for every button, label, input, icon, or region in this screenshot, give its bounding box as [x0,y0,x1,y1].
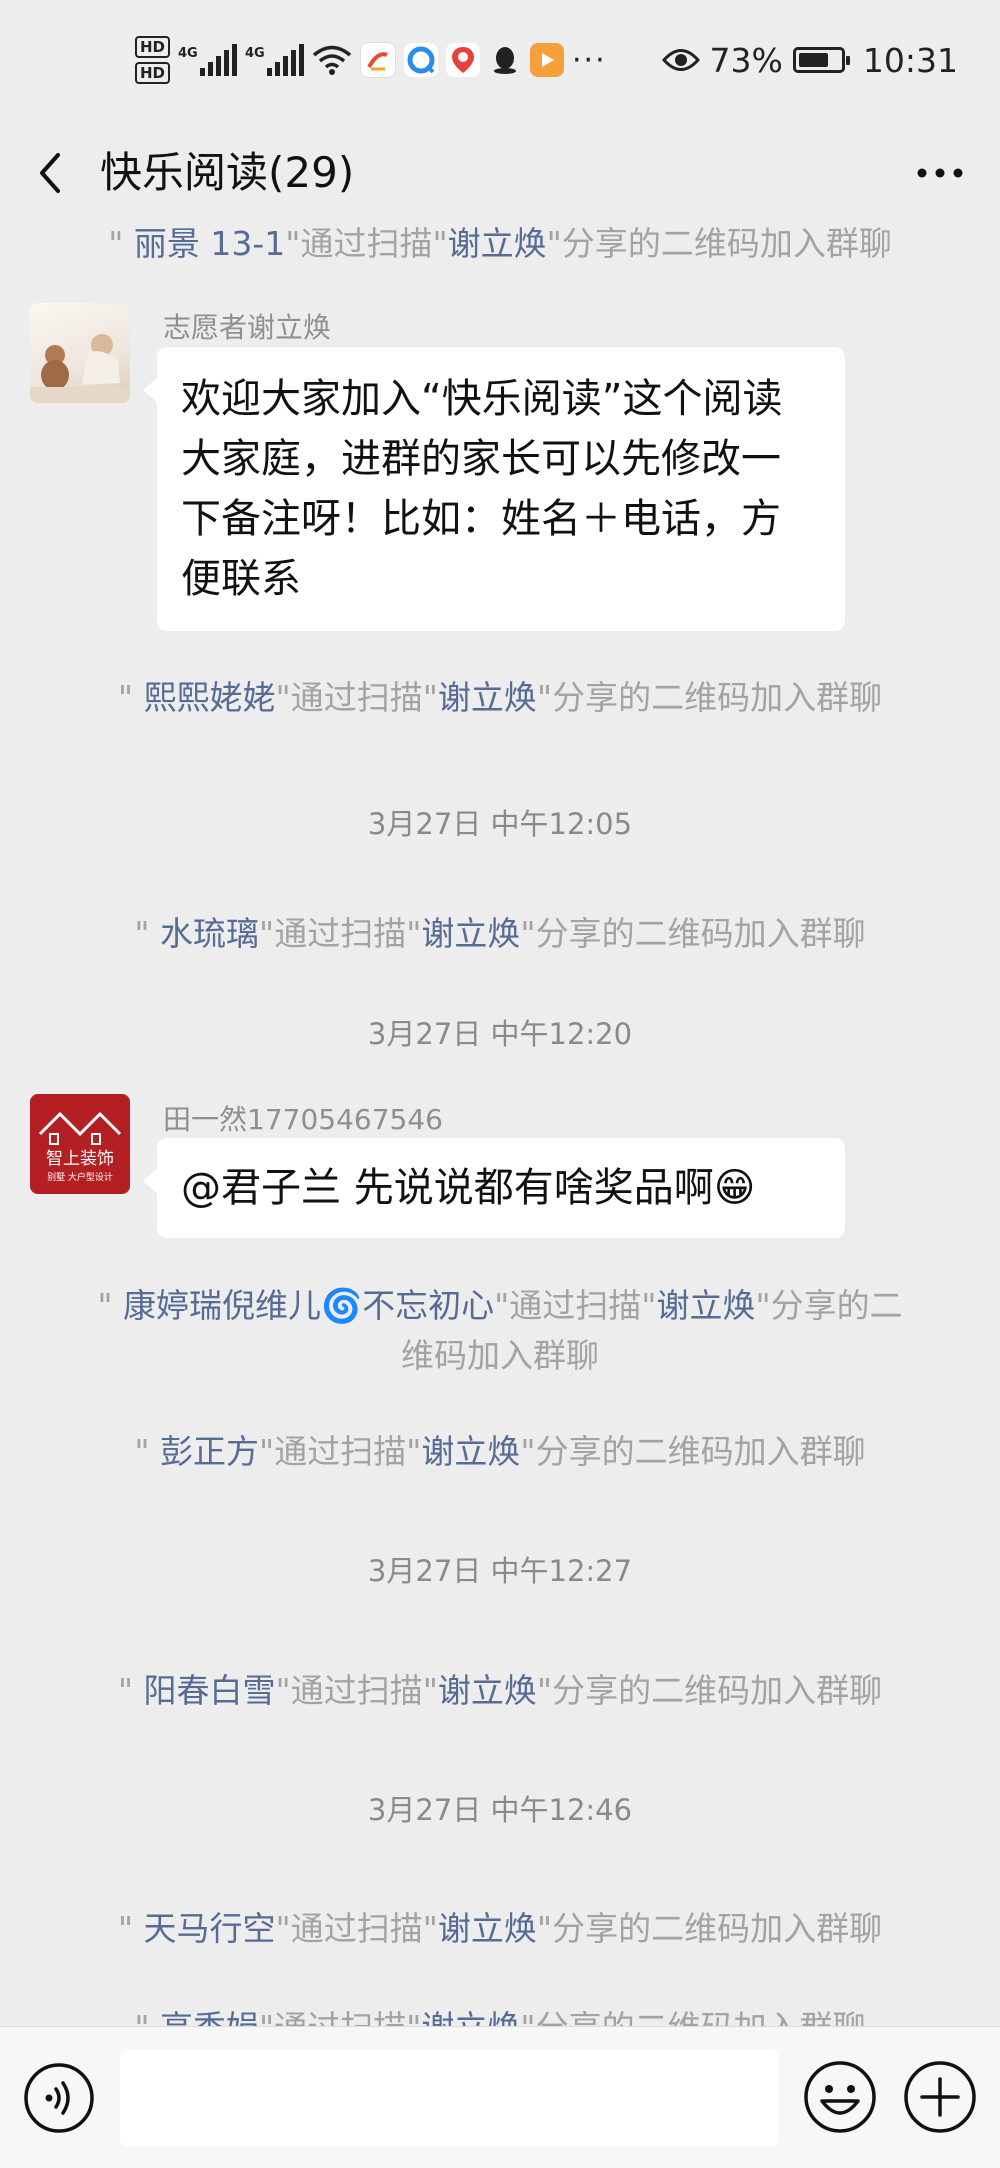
signal-icon-2: 4G [245,44,305,76]
timestamp: 3月27日 中午12:46 [367,1793,633,1827]
spiral-emoji-icon: 🌀 [321,1286,363,1325]
member-name-link[interactable]: 彭正方 [160,1432,259,1471]
notice-text: 通过扫描 [509,1286,642,1325]
battery-icon [792,47,850,73]
avatar-logo-text: 智上装饰 [46,1149,114,1169]
inviter-name-link[interactable]: 谢立焕 [421,1432,520,1471]
network-type-1: 4G [178,46,198,61]
app-notification-icon-1 [360,42,397,78]
timestamp: 3月27日 中午12:20 [367,1017,633,1051]
message-bubble[interactable]: 欢迎大家加入“快乐阅读”这个阅读 大家庭，进群的家长可以先修改一 下备注呀！比如… [143,347,845,631]
notice-text: 分享的二维码加入群聊 [535,1432,866,1471]
sender-name: 田一然17705467546 [163,1103,443,1136]
wifi-icon [312,45,352,75]
member-name-link[interactable]: 高秀娟 [160,2008,259,2026]
message-line: 欢迎大家加入“快乐阅读”这个阅读 [181,376,783,422]
member-name-link[interactable]: 水琉璃 [160,914,259,953]
message-bubble[interactable]: @君子兰 先说说都有啥奖品啊😁 [143,1138,845,1238]
status-bar: HD HD 4G 4G ··· 73% 10:31 [0,0,1000,125]
notice-text: 分享的二维码加入群聊 [552,1671,883,1710]
notice-text: 分享的二 [770,1286,903,1325]
join-notice: " 丽景 13-1"通过扫描"谢立焕"分享的二维码加入群聊 [108,224,892,263]
notice-text: 通过扫描 [290,678,423,717]
timestamp: 3月27日 中午12:05 [367,807,633,841]
join-notice: " 康婷瑞倪维儿🌀不忘初心"通过扫描"谢立焕"分享的二 维码加入群聊 [60,1281,940,1381]
message-line: 下备注呀！比如：姓名＋电话，方 [181,496,781,542]
signal-icon-1: 4G [178,44,238,76]
message-line: 大家庭，进群的家长可以先修改一 [181,436,781,482]
hd-indicators: HD HD [135,36,171,84]
timestamp: 3月27日 中午12:27 [367,1554,633,1588]
avatar-volunteer[interactable] [30,303,130,403]
inviter-name-link[interactable]: 谢立焕 [438,678,537,717]
eye-comfort-icon [661,49,700,71]
avatar-tian-yiran[interactable]: 智上装饰 别墅 大户型设计 [30,1094,130,1194]
qq-notification-icon [488,43,522,77]
notice-text: 通过扫描 [274,1432,407,1471]
notice-text: 通过扫描 [300,224,433,263]
plus-icon[interactable] [902,2059,978,2135]
join-notice: " 彭正方"通过扫描"谢立焕"分享的二维码加入群聊 [134,1432,866,1471]
chat-title: 快乐阅读(29) [100,148,355,197]
input-bar [0,2026,1000,2168]
more-dots-icon[interactable] [910,143,970,203]
inviter-name-link[interactable]: 谢立焕 [421,914,520,953]
notice-text: 通过扫描 [290,1671,423,1710]
join-notice: " 阳春白雪"通过扫描"谢立焕"分享的二维码加入群聊 [117,1671,883,1710]
join-notice: " 水琉璃"通过扫描"谢立焕"分享的二维码加入群聊 [134,914,866,953]
chat-header: 快乐阅读(29) [0,125,1000,221]
member-name-link[interactable]: 康婷瑞倪维儿🌀不忘初心 [123,1286,494,1325]
sender-name: 志愿者谢立焕 [163,311,332,344]
member-name-link[interactable]: 熙熙姥姥 [144,678,276,717]
status-right: 73% 10:31 [661,30,958,90]
battery-percent: 73% [709,40,783,80]
video-notification-icon [530,43,565,77]
message-line: 便联系 [181,556,301,602]
hd-badge-1: HD [135,36,171,58]
network-type-2: 4G [245,46,265,61]
notice-text: 通过扫描 [274,914,407,953]
notice-text: 分享的二维码加入群聊 [561,224,892,263]
inviter-name-link[interactable]: 谢立焕 [656,1286,755,1325]
inviter-name-link[interactable]: 谢立焕 [438,1671,537,1710]
message-text: @君子兰 先说说都有啥奖品啊 [181,1165,714,1211]
member-name-link[interactable]: 天马行空 [144,1909,276,1948]
more-notifications-indicator: ··· [572,42,607,78]
join-notice: " 熙熙姥姥"通过扫描"谢立焕"分享的二维码加入群聊 [117,678,883,717]
join-notice: " 高秀娟"通过扫描"谢立焕"分享的二维码加入群聊 [60,2003,940,2026]
browser-notification-icon [404,43,439,77]
notice-text: 通过扫描 [274,2008,406,2026]
join-notice: " 天马行空"通过扫描"谢立焕"分享的二维码加入群聊 [117,1909,883,1948]
hd-badge-2: HD [135,62,171,84]
status-left: HD HD 4G 4G ··· [135,30,607,90]
avatar-logo-subtext: 别墅 大户型设计 [47,1171,113,1183]
inviter-name-link[interactable]: 谢立焕 [448,224,547,263]
battery-level [798,53,829,67]
inviter-name-link[interactable]: 谢立焕 [421,2008,520,2026]
voice-icon[interactable] [22,2061,96,2135]
member-name-link[interactable]: 阳春白雪 [144,1671,276,1710]
notice-text: 通过扫描 [290,1909,423,1948]
emoji-icon[interactable] [802,2059,878,2135]
message-list[interactable]: " 丽景 13-1"通过扫描"谢立焕"分享的二维码加入群聊 志愿者谢立焕 欢迎大… [0,221,1000,2026]
notice-text: 分享的二维码加入群聊 [552,1909,883,1948]
notice-text: 分享的二维码加入群聊 [535,914,866,953]
map-notification-icon [446,43,481,77]
notice-text: 维码加入群聊 [401,1336,599,1375]
message-input[interactable] [120,2049,778,2147]
grin-emoji-icon: 😁 [713,1165,756,1211]
member-name-link[interactable]: 丽景 13-1 [134,224,285,263]
inviter-name-link[interactable]: 谢立焕 [438,1909,537,1948]
chevron-left-icon[interactable] [28,143,76,203]
notice-text: 分享的二维码加入群聊 [552,678,883,717]
notice-text: 分享的二维码加入群聊 [536,2008,866,2026]
clock: 10:31 [862,40,958,80]
